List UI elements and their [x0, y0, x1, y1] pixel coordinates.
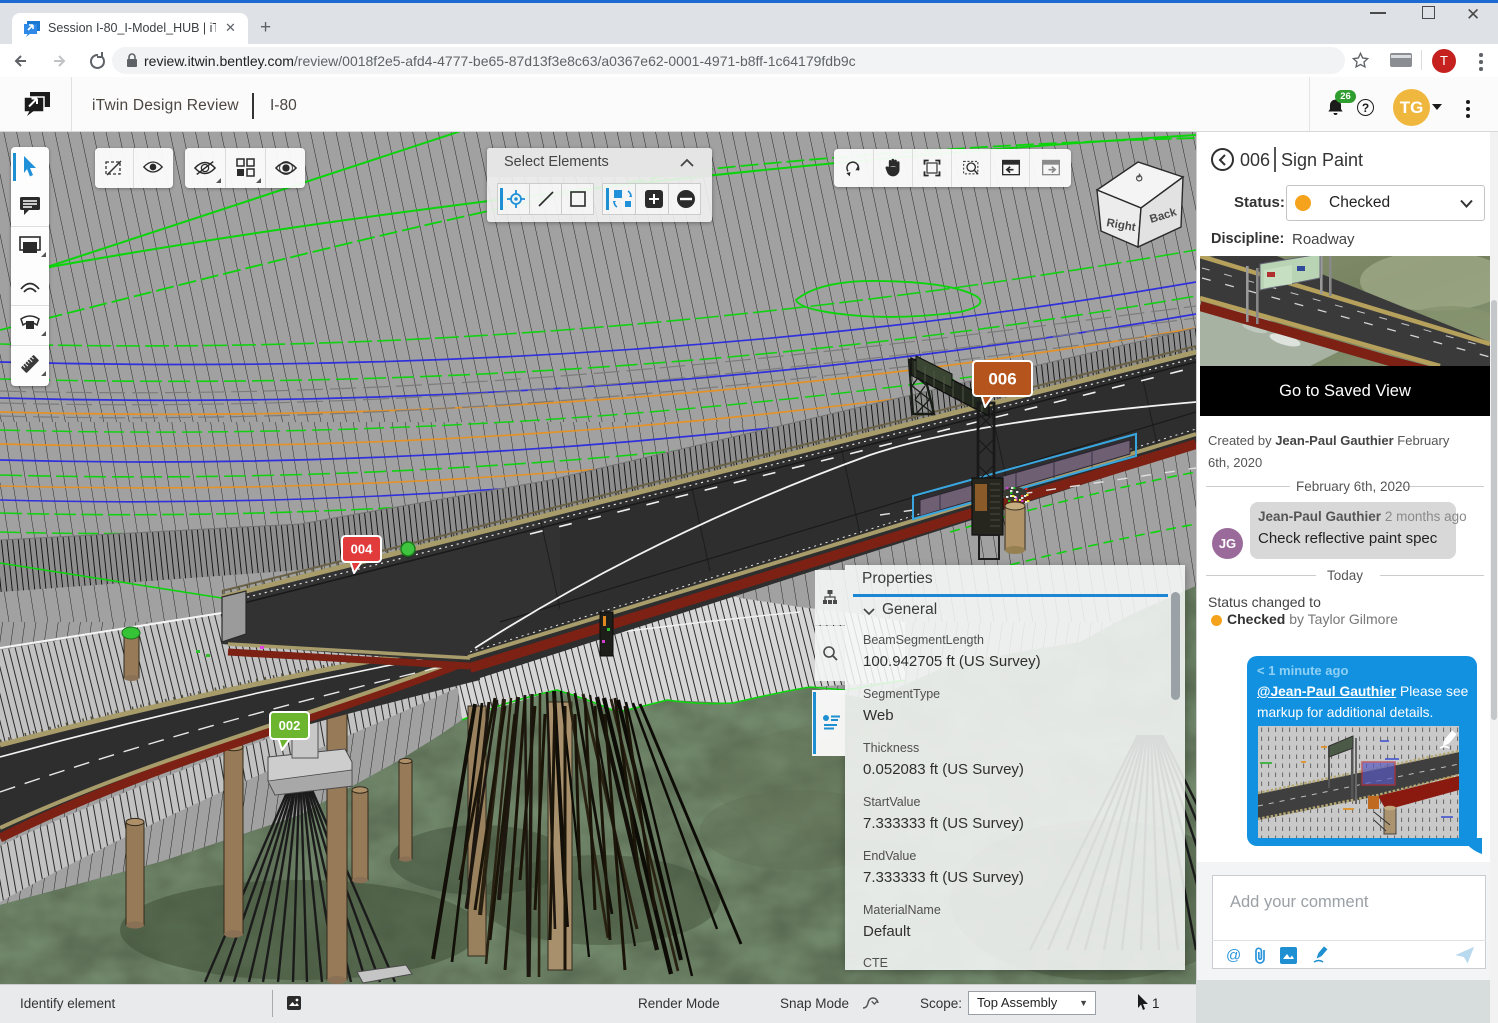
svg-text:006: 006	[988, 370, 1016, 389]
svg-text:002: 002	[279, 718, 301, 733]
svg-text:004: 004	[351, 542, 373, 557]
